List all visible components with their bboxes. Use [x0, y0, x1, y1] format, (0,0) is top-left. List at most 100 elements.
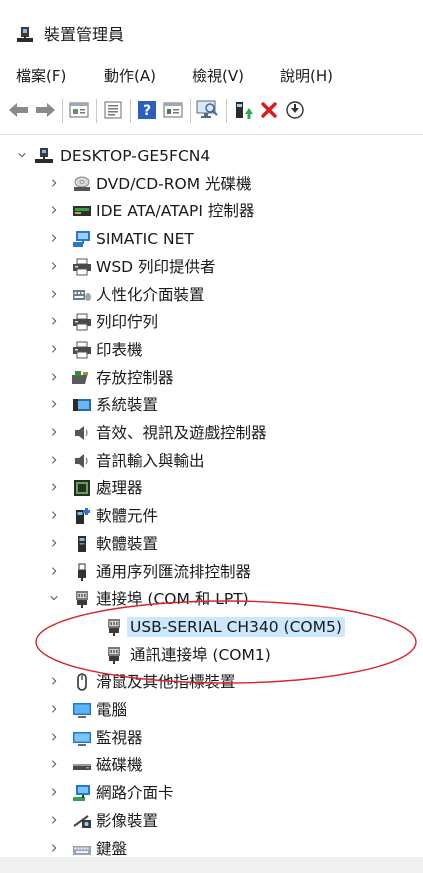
chevron-right-icon[interactable]	[48, 204, 60, 216]
tree-node[interactable]: 通用序列匯流排控制器	[0, 559, 423, 585]
printer-icon	[72, 313, 92, 331]
software-component-icon	[72, 507, 92, 525]
hid-icon	[72, 286, 92, 304]
tree-node[interactable]: USB-SERIAL CH340 (COM5)	[0, 614, 423, 640]
tree-node[interactable]: 軟體裝置	[0, 531, 423, 557]
chevron-down-icon[interactable]	[48, 592, 60, 604]
tree-node[interactable]: 處理器	[0, 475, 423, 501]
tree-node-label: 軟體元件	[96, 507, 159, 526]
menu-action[interactable]: 動作(A)	[104, 66, 156, 86]
tree-node-label: 印表機	[96, 340, 143, 359]
device-manager-icon	[17, 27, 33, 42]
tree-node[interactable]: 通訊連接埠 (COM1)	[0, 642, 423, 668]
menu-view[interactable]: 檢視(V)	[192, 66, 244, 86]
chevron-right-icon[interactable]	[48, 814, 60, 826]
speaker-icon	[72, 424, 92, 442]
speaker-icon	[72, 452, 92, 470]
tree-node-label: 磁碟機	[96, 756, 143, 775]
properties-icon[interactable]	[68, 99, 90, 121]
port-icon	[104, 646, 124, 664]
update-view-icon[interactable]	[102, 99, 124, 121]
tree-node-label: 通訊連接埠 (COM1)	[130, 645, 271, 664]
tree-node[interactable]: 連接埠 (COM 和 LPT)	[0, 586, 423, 612]
chevron-right-icon[interactable]	[48, 731, 60, 743]
tree-node[interactable]: 存放控制器	[0, 365, 423, 391]
tree-node[interactable]: 音效、視訊及遊戲控制器	[0, 420, 423, 446]
scan-hardware-icon[interactable]	[196, 99, 218, 121]
tree-node[interactable]: 印表機	[0, 337, 423, 363]
chevron-right-icon[interactable]	[48, 786, 60, 798]
chevron-right-icon[interactable]	[48, 288, 60, 300]
tree-node-label: WSD 列印提供者	[96, 257, 216, 276]
menu-file[interactable]: 檔案(F)	[16, 66, 66, 86]
computer-icon	[72, 701, 92, 719]
chevron-right-icon[interactable]	[48, 842, 60, 854]
tree-node-label: 滑鼠及其他指標裝置	[96, 673, 236, 692]
chevron-right-icon[interactable]	[48, 565, 60, 577]
tree-node-label: 通用序列匯流排控制器	[96, 562, 252, 581]
update-driver-icon[interactable]	[232, 99, 254, 121]
chevron-right-icon[interactable]	[48, 454, 60, 466]
tree-node[interactable]: 網路介面卡	[0, 780, 423, 806]
tree-node[interactable]: DESKTOP-GE5FCN4	[0, 143, 423, 169]
disable-icon[interactable]	[284, 99, 306, 121]
tree-node[interactable]: 監視器	[0, 725, 423, 751]
chevron-right-icon[interactable]	[48, 398, 60, 410]
uninstall-icon[interactable]	[258, 99, 280, 121]
port-icon	[104, 618, 124, 636]
chevron-right-icon[interactable]	[48, 481, 60, 493]
chevron-right-icon[interactable]	[48, 537, 60, 549]
tree-node-label: USB-SERIAL CH340 (COM5)	[127, 616, 345, 637]
toolbar-separator	[130, 99, 131, 123]
menu-help[interactable]: 說明(H)	[280, 66, 333, 86]
chevron-right-icon[interactable]	[48, 260, 60, 272]
tree-node[interactable]: 軟體元件	[0, 503, 423, 529]
disk-drive-icon	[72, 756, 92, 774]
help-icon[interactable]: ?	[136, 99, 158, 121]
tree-node[interactable]: 滑鼠及其他指標裝置	[0, 669, 423, 695]
chevron-right-icon[interactable]	[48, 371, 60, 383]
tree-node[interactable]: 電腦	[0, 697, 423, 723]
chevron-right-icon[interactable]	[48, 509, 60, 521]
tree-node[interactable]: DVD/CD-ROM 光碟機	[0, 171, 423, 197]
tree-node[interactable]: SIMATIC NET	[0, 226, 423, 252]
back-icon[interactable]	[8, 99, 30, 121]
toolbar-separator	[226, 99, 227, 123]
forward-icon[interactable]	[34, 99, 56, 121]
chevron-right-icon[interactable]	[48, 315, 60, 327]
tree-node-label: DVD/CD-ROM 光碟機	[96, 174, 252, 193]
tree-node[interactable]: 系統裝置	[0, 392, 423, 418]
chevron-right-icon[interactable]	[48, 177, 60, 189]
software-device-icon	[72, 535, 92, 553]
chevron-right-icon[interactable]	[48, 758, 60, 770]
printer-icon	[72, 258, 92, 276]
tree-node[interactable]: 音訊輸入與輸出	[0, 448, 423, 474]
show-hidden-icon[interactable]	[162, 99, 184, 121]
chevron-down-icon[interactable]	[16, 149, 28, 161]
chevron-right-icon[interactable]	[48, 232, 60, 244]
tree-node[interactable]: 人性化介面裝置	[0, 282, 423, 308]
tree-node-label: DESKTOP-GE5FCN4	[60, 147, 211, 165]
title-bar: 裝置管理員	[0, 0, 423, 58]
toolbar-separator	[190, 99, 191, 123]
network-device-icon	[72, 230, 92, 248]
chevron-right-icon[interactable]	[48, 426, 60, 438]
usb-icon	[72, 563, 92, 581]
menu-bar: 檔案(F) 動作(A) 檢視(V) 說明(H)	[0, 60, 423, 90]
svg-text:?: ?	[143, 103, 151, 119]
toolbar-separator	[96, 99, 97, 123]
tree-node[interactable]: IDE ATA/ATAPI 控制器	[0, 198, 423, 224]
storage-controller-icon	[68, 369, 92, 387]
chevron-right-icon[interactable]	[48, 343, 60, 355]
tree-node[interactable]: 影像裝置	[0, 808, 423, 834]
tree-node[interactable]: 列印佇列	[0, 309, 423, 335]
tree-node-label: 人性化介面裝置	[96, 285, 205, 304]
window-title: 裝置管理員	[44, 25, 125, 44]
tree-node-label: 軟體裝置	[96, 534, 159, 553]
tree-node[interactable]: WSD 列印提供者	[0, 254, 423, 280]
tree-node-label: 存放控制器	[96, 368, 174, 387]
chevron-right-icon[interactable]	[48, 675, 60, 687]
mouse-icon	[72, 673, 92, 692]
tree-node[interactable]: 磁碟機	[0, 752, 423, 778]
chevron-right-icon[interactable]	[48, 703, 60, 715]
